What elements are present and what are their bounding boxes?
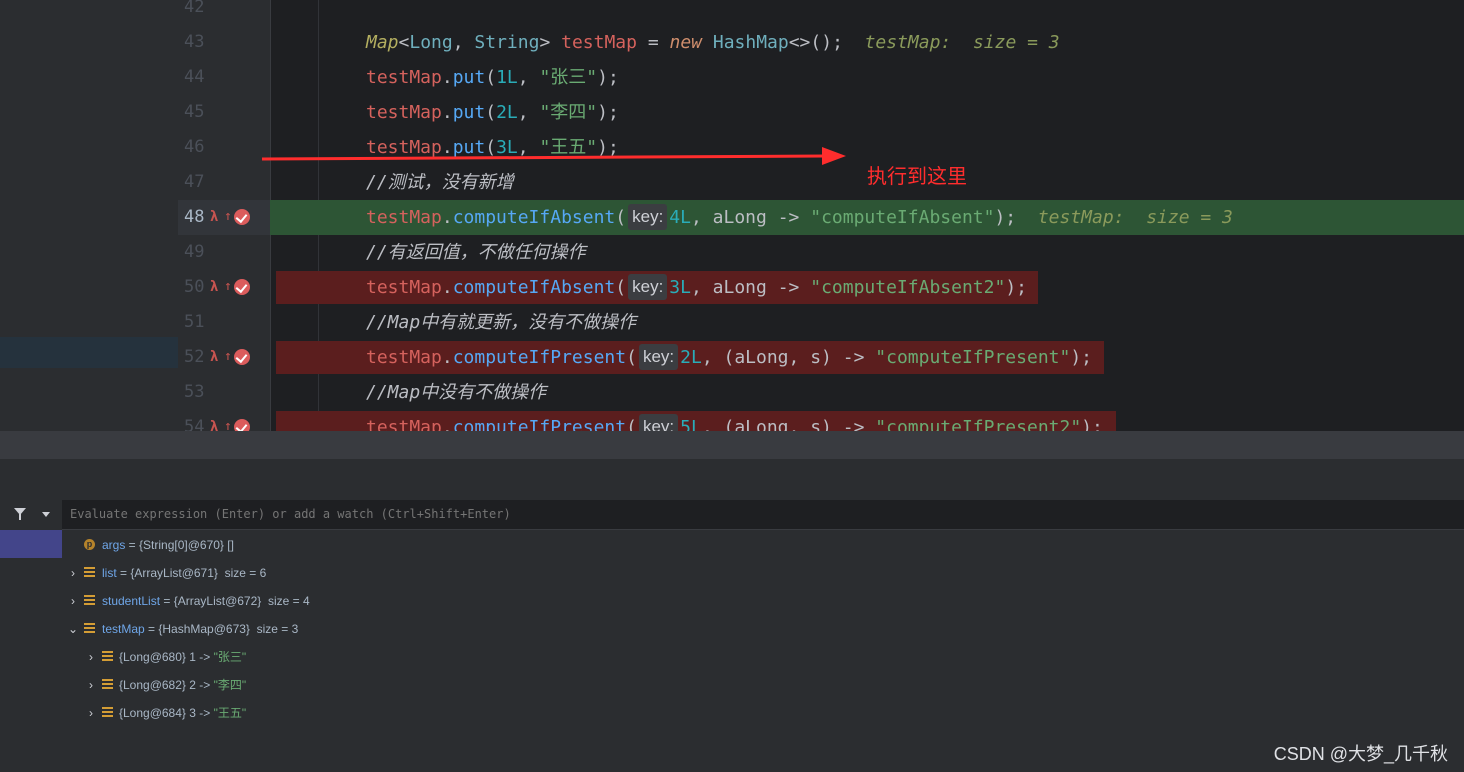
chevron-right-icon[interactable]: ›	[68, 587, 78, 615]
debugger-variables-panel[interactable]: p args = {String[0]@670} [] › list = {Ar…	[0, 459, 1464, 772]
field-icon	[102, 707, 113, 718]
variable-row-studentlist[interactable]: › studentList = {ArrayList@672} size = 4	[62, 587, 962, 615]
panel-splitter[interactable]	[0, 431, 1464, 459]
chevron-down-icon[interactable]	[42, 512, 50, 517]
map-entry-row[interactable]: › {Long@682} 2 -> "李四"	[62, 671, 962, 699]
chevron-right-icon[interactable]: ›	[68, 559, 78, 587]
chevron-right-icon[interactable]: ›	[86, 671, 96, 699]
variable-row-testmap[interactable]: ⌄ testMap = {HashMap@673} size = 3	[62, 615, 962, 643]
field-icon	[84, 623, 95, 634]
evaluate-expression-input[interactable]	[70, 500, 970, 529]
map-entry-row[interactable]: › {Long@680} 1 -> "张三"	[62, 643, 962, 671]
chevron-right-icon[interactable]: ›	[86, 699, 96, 727]
evaluate-expression-bar[interactable]	[62, 500, 1464, 530]
parameter-icon: p	[84, 539, 95, 550]
variable-row-args[interactable]: p args = {String[0]@670} []	[62, 531, 962, 559]
annotation-arrow	[261, 147, 846, 165]
field-icon	[102, 651, 113, 662]
map-entry-row[interactable]: › {Long@684} 3 -> "王五"	[62, 699, 962, 727]
field-icon	[84, 567, 95, 578]
filter-icon[interactable]	[14, 508, 26, 520]
variables-toolbar	[0, 500, 62, 529]
variable-row-list[interactable]: › list = {ArrayList@671} size = 6	[62, 559, 962, 587]
annotation-text: 执行到这里	[867, 166, 967, 188]
chevron-right-icon[interactable]: ›	[86, 643, 96, 671]
field-icon	[84, 595, 95, 606]
code-editor[interactable]: 42 43 Map<Long, String> testMap = new Ha…	[0, 0, 1464, 431]
chevron-down-icon[interactable]: ⌄	[68, 615, 78, 643]
field-icon	[102, 679, 113, 690]
selection-marker	[0, 530, 62, 558]
watermark: CSDN @大梦_几千秋	[1273, 744, 1448, 764]
